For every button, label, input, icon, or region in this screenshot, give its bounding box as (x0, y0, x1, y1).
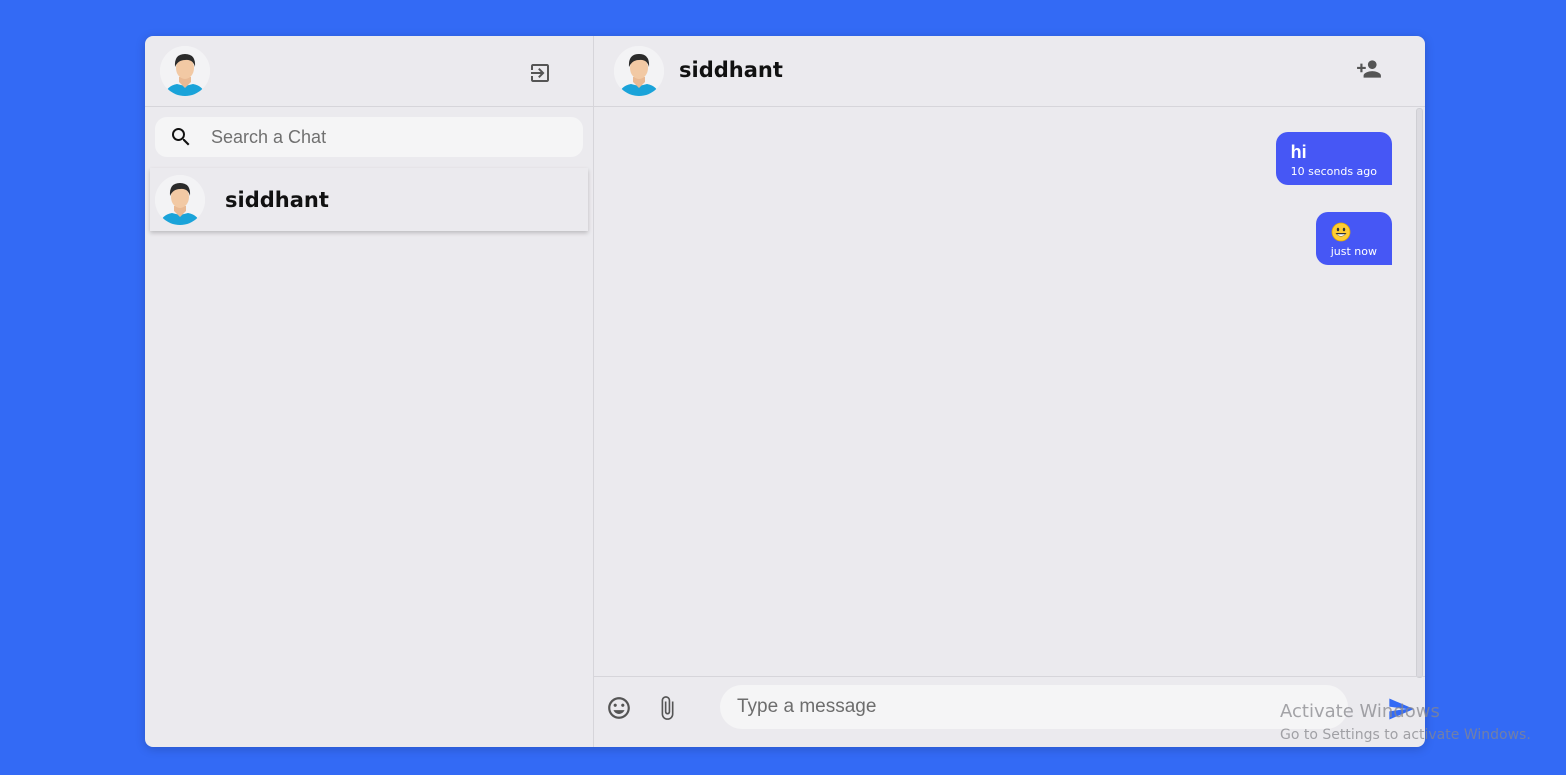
message-composer (594, 676, 1425, 747)
message-timestamp: 10 seconds ago (1290, 165, 1377, 178)
message-timestamp: just now (1330, 245, 1377, 258)
person-add-icon (1357, 60, 1381, 78)
user-avatar-icon[interactable] (160, 46, 210, 96)
search-icon (169, 125, 193, 149)
message-bubble: just now (1315, 212, 1392, 265)
message-text: hi (1290, 142, 1307, 162)
search-box (155, 117, 583, 157)
sidebar-header (145, 36, 593, 107)
send-icon[interactable] (1387, 695, 1415, 723)
chat-list-item[interactable]: siddhant (150, 168, 588, 231)
message-scrollbar[interactable] (1416, 108, 1423, 678)
sidebar: siddhant (145, 36, 594, 747)
message-input-container (720, 685, 1348, 729)
emoji-icon[interactable] (606, 695, 632, 721)
logout-button[interactable] (525, 58, 555, 88)
chat-list-item-name: siddhant (225, 187, 329, 212)
contact-avatar-icon (155, 174, 205, 225)
attach-file-icon[interactable] (654, 695, 680, 721)
grinning-face-icon (1331, 222, 1351, 242)
message-input[interactable] (735, 695, 1329, 719)
message-list[interactable]: hi 10 seconds ago just now (594, 107, 1425, 676)
chat-header: siddhant (594, 36, 1425, 107)
chat-app-window: siddhant siddhant hi 10 seconds ago (145, 36, 1425, 747)
contact-avatar-icon[interactable] (614, 46, 664, 96)
add-user-button[interactable] (1354, 54, 1384, 84)
chat-contact-name: siddhant (679, 58, 783, 82)
message-bubble: hi 10 seconds ago (1275, 132, 1392, 185)
exit-to-app-icon (531, 64, 549, 82)
search-input[interactable] (209, 125, 573, 149)
chat-panel: siddhant hi 10 seconds ago just now Type… (594, 36, 1425, 747)
